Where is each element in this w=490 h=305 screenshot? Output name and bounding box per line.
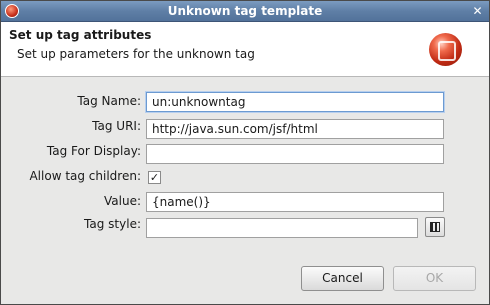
tag-style-input[interactable] xyxy=(146,218,418,238)
banner-heading: Set up tag attributes xyxy=(9,28,152,42)
title-bar[interactable]: Unknown tag template ✕ xyxy=(1,1,489,22)
template-wizard-icon xyxy=(429,33,462,66)
tag-style-label: Tag style: xyxy=(84,217,141,231)
tag-uri-label: Tag URI: xyxy=(92,119,141,133)
dialog-window: Unknown tag template ✕ Set up tag attrib… xyxy=(0,0,490,305)
window-title: Unknown tag template xyxy=(167,4,323,18)
value-label: Value: xyxy=(104,194,141,208)
close-icon[interactable]: ✕ xyxy=(471,5,484,18)
tag-name-label: Tag Name: xyxy=(77,94,141,108)
allow-children-checkbox[interactable]: ✓ xyxy=(148,171,161,184)
banner-description: Set up parameters for the unknown tag xyxy=(17,47,255,61)
style-picker-button[interactable] xyxy=(425,217,445,237)
ok-button[interactable]: OK xyxy=(393,266,476,291)
allow-children-label: Allow tag children: xyxy=(29,169,141,183)
tag-name-input[interactable]: un:unknowntag xyxy=(146,92,444,112)
value-input[interactable]: {name()} xyxy=(146,192,444,212)
tag-for-display-label: Tag For Display: xyxy=(46,144,141,158)
header-banner: Set up tag attributes Set up parameters … xyxy=(1,22,489,77)
style-grid-icon xyxy=(430,222,440,232)
tag-for-display-input[interactable] xyxy=(146,144,444,164)
tag-uri-input[interactable]: http://java.sun.com/jsf/html xyxy=(146,119,444,139)
cancel-button[interactable]: Cancel xyxy=(301,266,384,291)
